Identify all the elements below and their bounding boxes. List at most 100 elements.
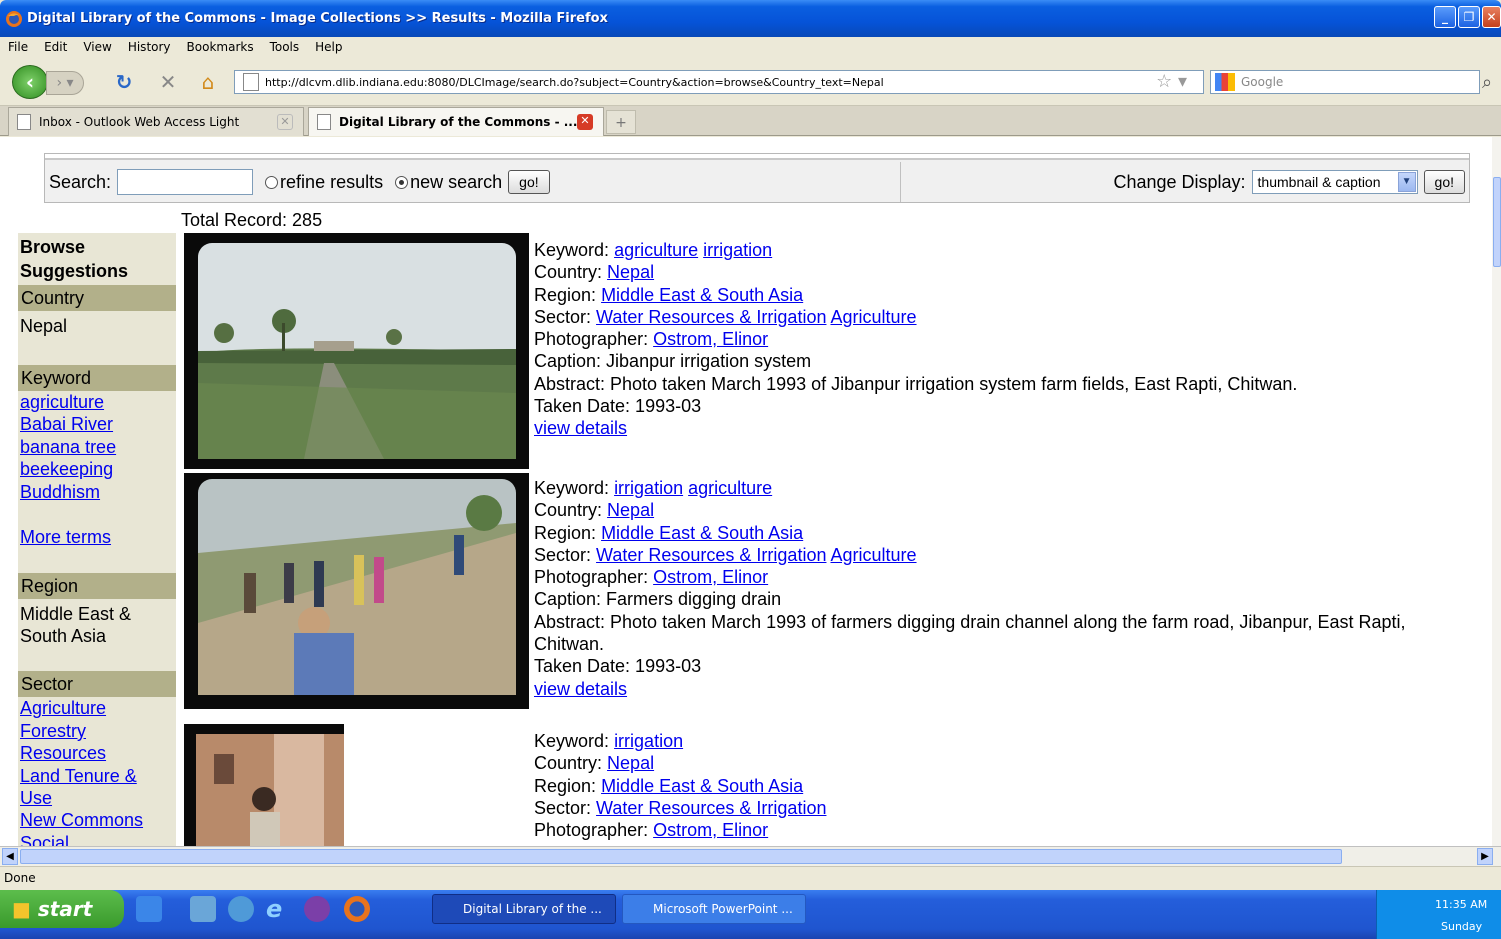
sector-link[interactable]: Agriculture (18, 697, 176, 719)
bookmark-star-icon[interactable]: ☆ ▾ (1156, 71, 1187, 93)
region-link[interactable]: Middle East & South Asia (601, 523, 803, 543)
region-link[interactable]: Middle East & South Asia (601, 285, 803, 305)
photographer-link[interactable]: Ostrom, Elinor (653, 329, 768, 349)
menu-tools[interactable]: Tools (262, 40, 308, 54)
page-content: Search: refine results new search go! Ch… (0, 137, 1492, 846)
country-link[interactable]: Nepal (607, 500, 654, 520)
keyword-link[interactable]: irrigation (614, 478, 683, 498)
browse-title: Browse Suggestions (20, 237, 129, 281)
sector-link[interactable]: Water Resources & Irrigation (596, 545, 826, 565)
keyword-line: Keyword: irrigation agriculture (534, 477, 1454, 499)
region-value: Middle East & South Asia (20, 604, 132, 647)
close-window-button[interactable]: ✕ (1482, 6, 1501, 28)
sector-line: Sector: Water Resources & Irrigation (534, 797, 1454, 819)
scroll-left-icon[interactable]: ◀ (2, 848, 18, 865)
scroll-right-icon[interactable]: ▶ (1477, 848, 1493, 865)
sector-header: Sector (18, 671, 176, 698)
view-details-link[interactable]: view details (534, 418, 627, 438)
result-thumbnail[interactable] (184, 233, 529, 469)
tab-outlook[interactable]: Inbox - Outlook Web Access Light ✕ (8, 107, 304, 136)
sector-link[interactable]: Land Tenure & Use (18, 765, 148, 810)
firefox-icon[interactable] (344, 896, 370, 922)
menu-edit[interactable]: Edit (36, 40, 75, 54)
magnifier-icon[interactable]: ⌕ (1482, 72, 1492, 93)
new-tab-button[interactable]: + (606, 110, 636, 134)
photographer-link[interactable]: Ostrom, Elinor (653, 567, 768, 587)
minimize-button[interactable]: _ (1434, 6, 1456, 28)
menu-bookmarks[interactable]: Bookmarks (179, 40, 262, 54)
menu-help[interactable]: Help (307, 40, 350, 54)
country-value: Nepal (20, 316, 68, 336)
tab-digital-library[interactable]: Digital Library of the Commons - ... ✕ (308, 107, 604, 136)
media-player-icon[interactable] (228, 896, 254, 922)
sector-link[interactable]: Forestry Resources (18, 720, 118, 765)
photographer-link[interactable]: Ostrom, Elinor (653, 820, 768, 840)
menu-history[interactable]: History (120, 40, 179, 54)
tab-bar: Inbox - Outlook Web Access Light ✕ Digit… (0, 106, 1501, 136)
home-icon[interactable]: ⌂ (196, 70, 220, 94)
sector-link[interactable]: Water Resources & Irrigation (596, 307, 826, 327)
yahoo-messenger-icon[interactable] (304, 896, 330, 922)
chevron-down-icon[interactable]: ▼ (1397, 172, 1416, 192)
quicklaunch-icon[interactable] (136, 896, 162, 922)
vertical-scrollbar[interactable] (1492, 137, 1501, 846)
sector-link[interactable]: Water Resources & Irrigation (596, 798, 826, 818)
address-bar[interactable]: http://dlcvm.dlib.indiana.edu:8080/DLCIm… (234, 70, 1204, 94)
scroll-thumb[interactable] (1493, 177, 1501, 267)
new-search-label: new search (410, 171, 503, 192)
sector-link[interactable]: Agriculture (830, 545, 916, 565)
stop-icon[interactable]: ✕ (156, 70, 180, 94)
new-search-radio[interactable] (395, 175, 409, 189)
keyword-link[interactable]: agriculture (688, 478, 772, 498)
page-icon (317, 114, 331, 130)
result-thumbnail[interactable] (184, 724, 344, 846)
clock-day: Sunday (1441, 920, 1483, 933)
refine-radio[interactable] (265, 175, 279, 189)
search-input[interactable] (117, 169, 254, 195)
keyword-label: Keyword: (534, 731, 610, 751)
restore-button[interactable]: ❐ (1458, 6, 1480, 28)
keyword-link[interactable]: beekeeping (18, 458, 176, 480)
region-link[interactable]: Middle East & South Asia (601, 776, 803, 796)
menu-bar: File Edit View History Bookmarks Tools H… (0, 37, 1501, 57)
result-thumbnail[interactable] (184, 473, 529, 709)
country-link[interactable]: Nepal (607, 753, 654, 773)
close-tab-icon[interactable]: ✕ (277, 114, 293, 130)
keyword-link[interactable]: banana tree (18, 436, 176, 458)
country-label: Country: (534, 262, 603, 283)
form-divider (900, 162, 901, 202)
horizontal-scrollbar[interactable]: ◀ ▶ (0, 846, 1501, 866)
view-details-link[interactable]: view details (534, 679, 627, 699)
taskbar-item-powerpoint[interactable]: Microsoft PowerPoint ... (622, 894, 806, 924)
country-line: Country: Nepal (534, 499, 1454, 521)
close-tab-icon[interactable]: ✕ (577, 114, 593, 130)
sector-link[interactable]: New Commons (18, 809, 176, 831)
display-go-button[interactable]: go! (1423, 170, 1465, 194)
display-select[interactable]: thumbnail & caption ▼ (1251, 170, 1418, 194)
web-search-box[interactable]: Google (1210, 70, 1480, 94)
back-button[interactable]: ‹ (12, 65, 48, 99)
keyword-link[interactable]: agriculture (18, 391, 176, 413)
menu-view[interactable]: View (75, 40, 119, 54)
keyword-link[interactable]: irrigation (703, 240, 772, 260)
taskbar-item-firefox[interactable]: Digital Library of the ... (432, 894, 616, 924)
sector-link[interactable]: Agriculture (830, 307, 916, 327)
keyword-line: Keyword: irrigation (534, 730, 1454, 752)
search-go-button[interactable]: go! (508, 170, 550, 194)
start-button[interactable]: ■ start (0, 890, 124, 928)
keyword-link[interactable]: agriculture (614, 240, 698, 260)
keyword-link[interactable]: Buddhism (18, 481, 176, 503)
country-link[interactable]: Nepal (607, 262, 654, 282)
sector-line: Sector: Water Resources & Irrigation Agr… (534, 306, 1454, 328)
internet-explorer-icon[interactable]: e (266, 896, 292, 922)
forward-button[interactable]: › ▾ (46, 71, 84, 95)
keyword-link[interactable]: Babai River (18, 413, 176, 435)
country-label: Country: (534, 500, 603, 521)
more-terms-link[interactable]: More terms (18, 526, 176, 548)
show-desktop-icon[interactable] (190, 896, 216, 922)
sector-link[interactable]: Social (18, 832, 176, 846)
reload-icon[interactable]: ↻ (112, 70, 136, 94)
menu-file[interactable]: File (0, 40, 36, 54)
horizontal-scroll-thumb[interactable] (20, 849, 1342, 864)
keyword-link[interactable]: irrigation (614, 731, 683, 751)
